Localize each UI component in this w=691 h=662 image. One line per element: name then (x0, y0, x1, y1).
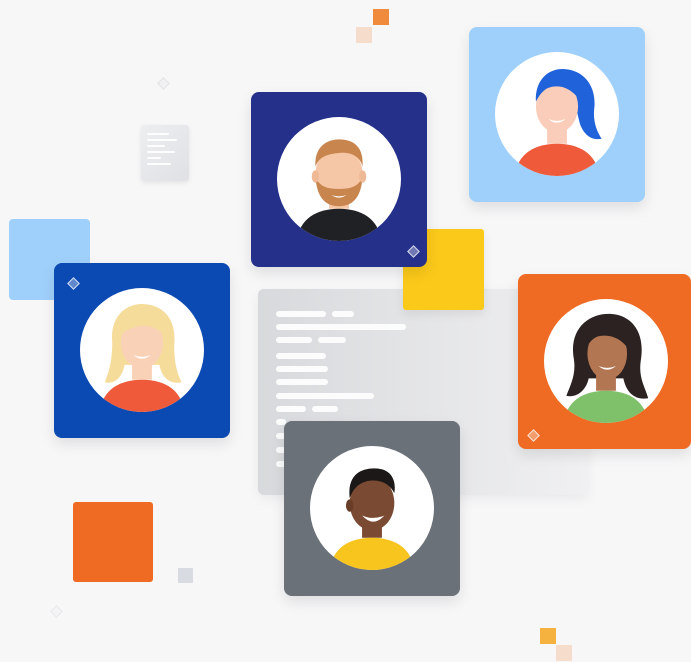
avatar-card-smiling-man (284, 421, 460, 596)
deco-amber-square-bottom (540, 628, 556, 644)
avatar-card-bearded-man (251, 92, 427, 267)
avatar-card-dark-haired-woman (518, 274, 691, 449)
deco-diamond-left (157, 77, 170, 90)
deco-diamond-bottom-left (50, 605, 63, 618)
avatar-card-blonde-woman (54, 263, 230, 438)
deco-orange-square-top (373, 9, 389, 25)
deco-peach-square-top (356, 27, 372, 43)
avatar-bearded-man (277, 117, 401, 241)
card-diamond-mark (407, 245, 420, 258)
mini-document-icon (141, 125, 189, 181)
avatar-card-blue-haired-woman (469, 27, 645, 202)
avatar-blonde-woman (80, 288, 204, 412)
avatar-smiling-man (310, 446, 434, 570)
avatar-blue-haired-woman (495, 52, 619, 176)
card-diamond-mark (527, 429, 540, 442)
deco-peach-square-bottom (556, 645, 572, 661)
deco-orange-square-bottom (73, 502, 153, 582)
card-diamond-mark (67, 277, 80, 290)
avatar-dark-haired-woman (544, 299, 668, 423)
deco-gray-square-bottom (178, 568, 193, 583)
